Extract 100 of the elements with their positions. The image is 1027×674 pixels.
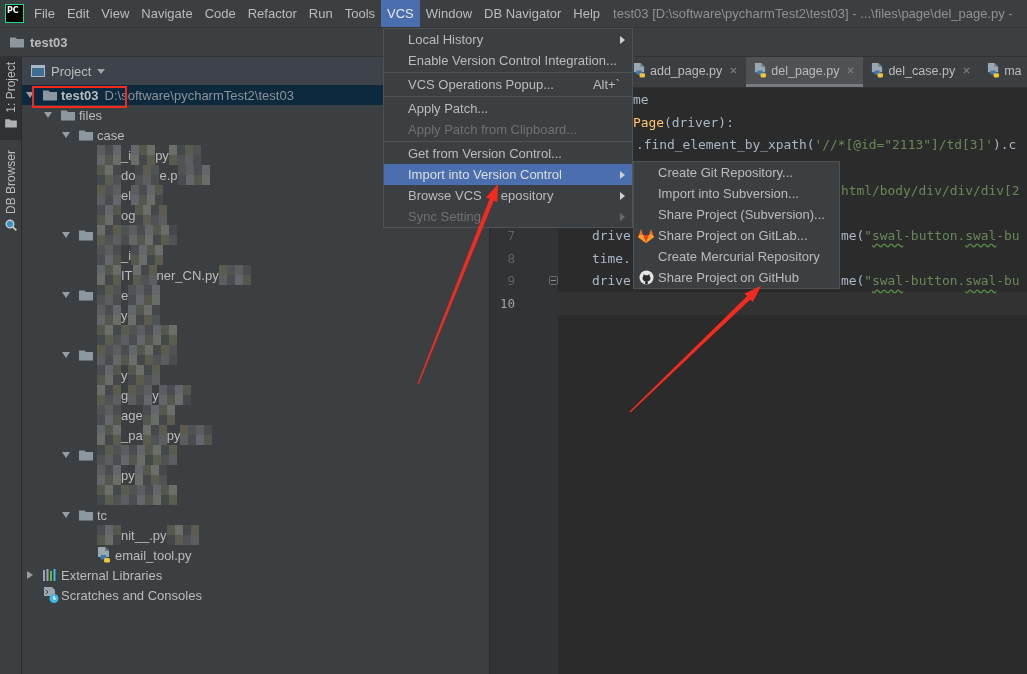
menu-item[interactable]: Create Git Repository... [634, 162, 839, 183]
bars-icon [43, 569, 57, 581]
folder-icon [79, 229, 93, 241]
file-icon [871, 63, 885, 78]
line-number: 10 [498, 296, 515, 312]
blurred-block [177, 165, 210, 185]
blurred-block [132, 265, 157, 285]
caret-icon[interactable] [26, 571, 34, 579]
blurred-block [97, 385, 121, 405]
menu-item[interactable]: View [95, 0, 136, 27]
menu-item[interactable]: Code [198, 0, 242, 27]
code-text: me("swal-button.swal-bu [841, 227, 1021, 243]
blurred-block [131, 185, 164, 205]
fox-head-icon [638, 228, 654, 243]
editor-tab[interactable]: del_page.py [746, 57, 864, 87]
menu-item[interactable]: Help [567, 0, 607, 27]
tool-window-tab[interactable]: DB Browser [0, 144, 21, 243]
menu-item[interactable]: File [28, 0, 61, 27]
code-text: me [633, 91, 650, 107]
menu-item[interactable]: Edit [60, 0, 96, 27]
code-text: drive [592, 273, 632, 289]
menu-item[interactable]: Import into Version Control [384, 164, 632, 185]
menu-item[interactable]: Share Project (Subversion)... [634, 204, 839, 225]
menu-item[interactable]: Window [419, 0, 479, 27]
blurred-block [218, 265, 251, 285]
blurred-block [97, 285, 121, 305]
blurred-block [97, 165, 121, 185]
app-logo: PC [5, 4, 24, 23]
tree-item[interactable]: e [22, 285, 489, 305]
blurred-block [97, 185, 121, 205]
menu-item[interactable]: Navigate [135, 0, 199, 27]
tree-item[interactable]: y [22, 305, 489, 325]
caret-icon[interactable] [44, 111, 52, 119]
document-clock-icon [43, 587, 59, 603]
window-title: test03 [D:\software\pycharmTest2\test03] - ...\files\page\del_page.py - [613, 6, 1013, 21]
caret-icon[interactable] [62, 231, 70, 239]
file-icon [987, 63, 1001, 78]
editor-tab[interactable]: ma [979, 57, 1027, 87]
tree-item[interactable]: g y [22, 385, 489, 405]
code-text: Page(driver): [633, 114, 735, 130]
caret-icon[interactable] [62, 511, 70, 519]
blurred-block [131, 145, 156, 165]
close-icon[interactable] [730, 67, 738, 74]
menu-item[interactable]: VCS Operations Popup... Alt+` [384, 74, 632, 95]
cat-icon [638, 270, 654, 285]
folder-icon [10, 36, 24, 48]
menu-item[interactable]: Refactor [241, 0, 303, 27]
blurred-block [168, 145, 201, 165]
close-icon[interactable] [963, 67, 971, 74]
code-text: time. [592, 250, 632, 266]
blurred-block [97, 525, 121, 545]
tree-item[interactable]: tc [22, 505, 489, 525]
folder-icon [79, 129, 93, 141]
menu-item[interactable]: Run [302, 0, 339, 27]
caret-icon[interactable] [62, 451, 70, 459]
blurred-block [158, 385, 191, 405]
menu-item[interactable]: Local History [384, 29, 632, 50]
blurred-block [128, 385, 153, 405]
menu-item[interactable]: Share Project on GitLab... [634, 225, 839, 246]
menu-item[interactable]: Share Project on GitHub [634, 267, 839, 288]
code-text: drive [592, 227, 632, 243]
tree-item[interactable]: y [22, 365, 489, 385]
folder-icon [79, 289, 93, 301]
blurred-block [142, 405, 175, 425]
magnifier-icon [4, 218, 17, 231]
blurred-block [135, 165, 160, 185]
caret-icon[interactable] [62, 351, 70, 359]
tree-item[interactable]: Scratches and Consoles [22, 585, 489, 605]
tree-item[interactable]: IT ner_CN.py [22, 265, 489, 285]
folder-icon [79, 509, 93, 521]
file-icon [633, 63, 646, 78]
folder-icon [61, 109, 75, 121]
dropdown-caret-icon[interactable] [97, 68, 106, 74]
caret-icon[interactable] [62, 291, 70, 299]
menu-item[interactable]: VCS [381, 0, 420, 27]
caret-icon[interactable] [62, 131, 70, 139]
window-icon [31, 65, 45, 77]
blurred-block [97, 265, 121, 285]
menu-item[interactable]: Create Mercurial Repository [634, 246, 839, 267]
folder-icon [79, 449, 93, 461]
menu-item[interactable]: Tools [338, 0, 382, 27]
tool-window-tab[interactable]: 1: Project [0, 57, 21, 140]
code-text: html/body/div/div/div[2 [841, 182, 1021, 198]
caret-icon[interactable] [26, 91, 34, 99]
tree-item[interactable]: External Libraries [22, 565, 489, 585]
menu-item[interactable]: DB Navigator [478, 0, 568, 27]
fold-icon[interactable] [549, 276, 558, 286]
tree-item[interactable]: email_tool.py [22, 545, 489, 565]
menu-item[interactable]: Import into Subversion... [634, 183, 839, 204]
folder-icon [4, 117, 17, 128]
breadcrumb[interactable]: test03 [30, 34, 68, 50]
tree-item[interactable]: _i [22, 245, 489, 265]
tree-item[interactable]: _pa py [22, 425, 489, 445]
tree-item[interactable]: nit__.py [22, 525, 489, 545]
tree-item[interactable]: age [22, 405, 489, 425]
blurred-block [128, 285, 161, 305]
tree-item[interactable]: py [22, 465, 489, 485]
editor-tab[interactable]: del_case.py [863, 57, 980, 87]
blurred-block [166, 525, 199, 545]
file-icon [754, 63, 768, 78]
